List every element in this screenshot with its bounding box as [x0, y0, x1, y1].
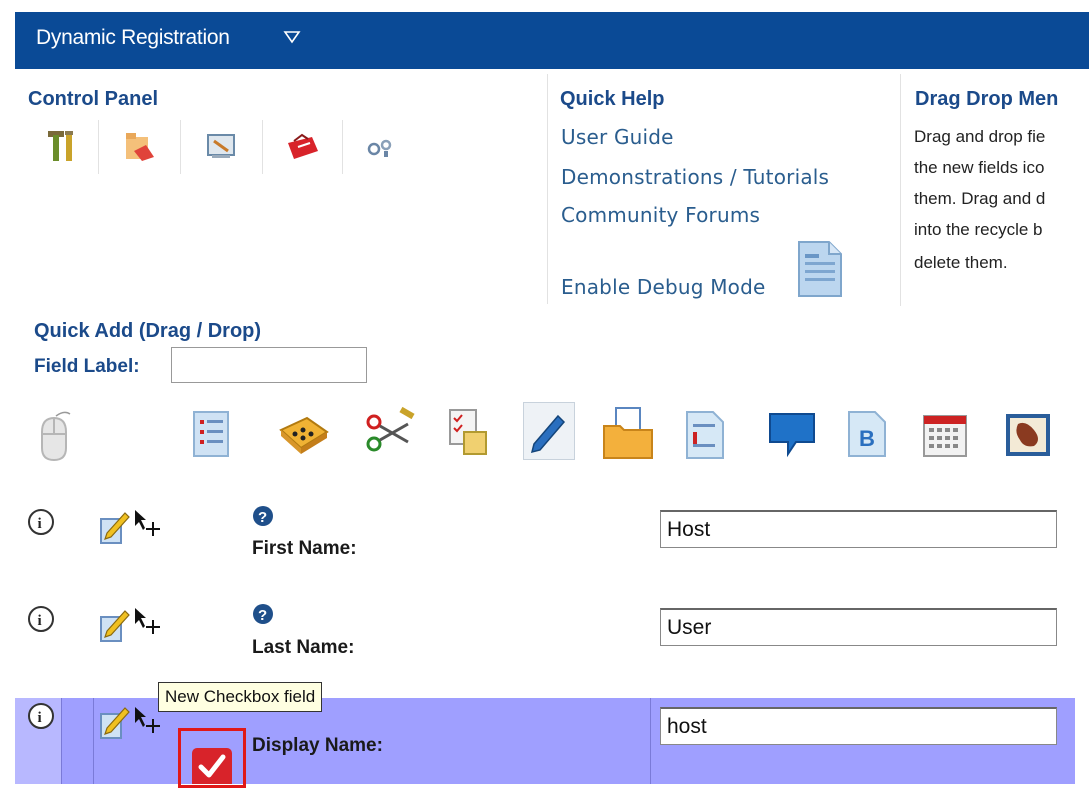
svg-text:i: i	[38, 710, 42, 726]
checklist-icon[interactable]	[444, 406, 496, 460]
dice-icon[interactable]	[277, 410, 331, 460]
help-icon[interactable]: ?	[252, 603, 274, 625]
edit-icon[interactable]	[99, 706, 131, 740]
tools-icon[interactable]	[42, 127, 82, 167]
display-name-label: Display Name:	[252, 735, 383, 756]
image-icon[interactable]	[1004, 412, 1052, 458]
display-name-input[interactable]	[660, 707, 1057, 745]
gears-icon[interactable]	[362, 129, 402, 169]
pencil-icon[interactable]	[528, 410, 568, 456]
move-cursor-icon[interactable]	[133, 508, 163, 538]
divider	[342, 120, 343, 174]
folder-icon[interactable]	[602, 404, 654, 460]
tooltip: New Checkbox field	[158, 682, 323, 712]
first-name-input[interactable]	[660, 510, 1057, 548]
svg-text:i: i	[38, 613, 42, 629]
checkbox-icon[interactable]	[191, 747, 233, 784]
debug-document-icon[interactable]	[795, 240, 845, 298]
toolbox-icon[interactable]	[282, 127, 322, 167]
control-panel-title: Control Panel	[28, 88, 159, 110]
divider	[262, 120, 263, 174]
drag-drop-text-line: them. Drag and d	[914, 189, 1046, 208]
tutorials-link[interactable]: Demonstrations / Tutorials	[561, 165, 829, 189]
first-name-label: First Name:	[252, 538, 357, 559]
screen-edit-icon[interactable]	[202, 127, 242, 167]
drag-drop-text-line: into the recycle b	[914, 220, 1043, 239]
community-forums-link[interactable]: Community Forums	[561, 203, 760, 227]
help-icon[interactable]: ?	[252, 505, 274, 527]
list-document-icon[interactable]	[190, 410, 234, 460]
document-icon[interactable]	[683, 410, 727, 460]
edit-icon[interactable]	[99, 609, 131, 643]
scissors-icon[interactable]	[360, 406, 420, 460]
info-icon[interactable]: i	[27, 702, 55, 730]
calendar-icon[interactable]	[922, 410, 968, 458]
mouse-icon[interactable]	[34, 410, 74, 464]
quick-help-title: Quick Help	[560, 88, 665, 110]
bold-b-icon[interactable]: B	[845, 410, 889, 458]
move-cursor-icon[interactable]	[133, 606, 163, 636]
enable-debug-mode-link[interactable]: Enable Debug Mode	[561, 275, 766, 299]
svg-text:?: ?	[258, 509, 267, 526]
svg-text:B: B	[859, 426, 875, 451]
edit-icon[interactable]	[99, 511, 131, 545]
speech-bubble-icon[interactable]	[766, 410, 818, 458]
field-label-input[interactable]	[171, 347, 367, 383]
divider	[900, 74, 901, 306]
folder-edit-icon[interactable]	[120, 127, 160, 167]
drag-drop-text-line: the new fields ico	[914, 158, 1045, 177]
user-guide-link[interactable]: User Guide	[561, 125, 674, 149]
page-title[interactable]: Dynamic Registration	[36, 26, 230, 50]
dropdown-caret-icon[interactable]	[283, 30, 301, 44]
divider	[180, 120, 181, 174]
last-name-label: Last Name:	[252, 637, 355, 658]
last-name-input[interactable]	[660, 608, 1057, 646]
field-label-label: Field Label:	[34, 356, 140, 377]
drag-drop-text-line: delete them.	[914, 253, 1008, 272]
svg-text:?: ?	[258, 607, 267, 624]
quick-add-title: Quick Add (Drag / Drop)	[34, 320, 262, 342]
drag-drop-text-line: Drag and drop fie	[914, 127, 1046, 146]
drag-drop-title: Drag Drop Men	[915, 88, 1059, 110]
divider	[98, 120, 99, 174]
svg-text:i: i	[38, 516, 42, 532]
divider	[650, 698, 651, 784]
divider	[547, 74, 548, 304]
divider	[93, 698, 94, 784]
info-icon[interactable]: i	[27, 605, 55, 633]
info-icon[interactable]: i	[27, 508, 55, 536]
